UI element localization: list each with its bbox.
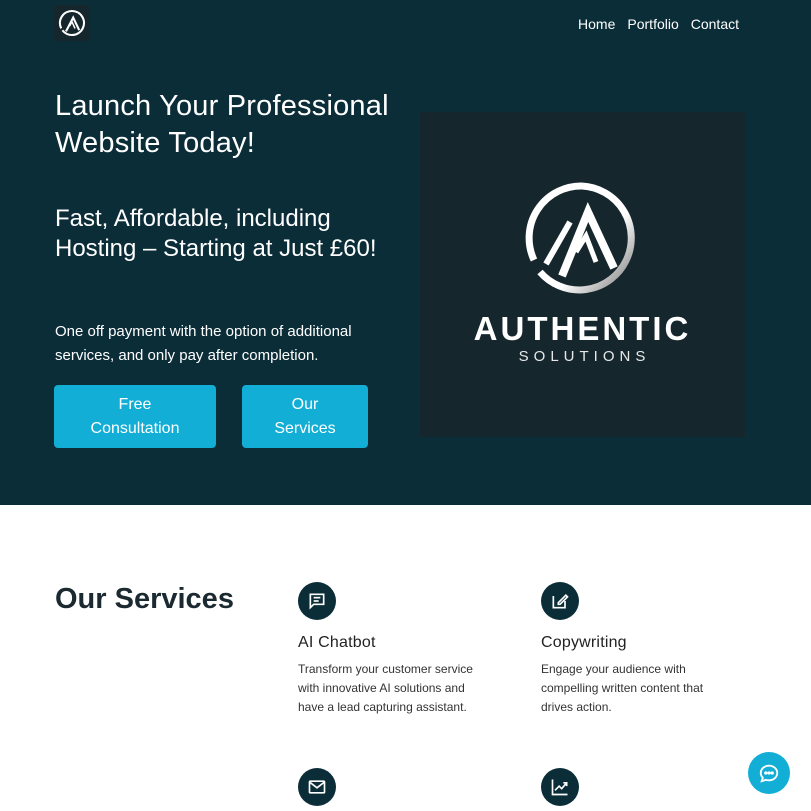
- service-description: Engage your audience with compelling wri…: [541, 662, 704, 714]
- service-description: Transform your customer service with inn…: [298, 662, 473, 714]
- nav-home[interactable]: Home: [578, 15, 615, 33]
- brand-tagline: SOLUTIONS: [518, 348, 651, 365]
- hero-title: Launch Your Professional Website Today!: [55, 90, 389, 159]
- service-name: Copywriting: [541, 634, 627, 651]
- main-nav: Home Portfolio Contact: [578, 15, 739, 33]
- mail-icon: [308, 780, 326, 794]
- hero-subtitle: Fast, Affordable, including Hosting – St…: [55, 205, 377, 262]
- site-logo[interactable]: [54, 5, 90, 41]
- chat-bubble-icon: [759, 764, 779, 783]
- hero-description: One off payment with the option of addit…: [55, 323, 352, 364]
- our-services-button[interactable]: Our Services: [242, 385, 368, 448]
- free-consultation-button[interactable]: Free Consultation: [54, 385, 216, 448]
- service-icon-chat: [298, 582, 336, 620]
- service-icon-mail: [298, 768, 336, 806]
- authentic-solutions-logo-icon: [58, 9, 85, 37]
- chart-icon: [551, 779, 568, 796]
- service-icon-chart: [541, 768, 579, 806]
- service-name: AI Chatbot: [298, 634, 376, 651]
- brand-logo-image: AUTHENTIC SOLUTIONS: [420, 112, 745, 437]
- chat-icon: [309, 593, 325, 610]
- hero-section: Home Portfolio Contact Launch Your Profe…: [0, 0, 811, 505]
- service-icon-edit: [541, 582, 579, 620]
- nav-contact[interactable]: Contact: [691, 15, 739, 33]
- services-title: Our Services: [55, 583, 234, 615]
- chat-widget-button[interactable]: [748, 752, 790, 794]
- brand-name: AUTHENTIC: [473, 310, 692, 347]
- nav-portfolio[interactable]: Portfolio: [627, 15, 678, 33]
- edit-icon: [552, 593, 569, 609]
- brand-emblem-icon: [525, 182, 635, 294]
